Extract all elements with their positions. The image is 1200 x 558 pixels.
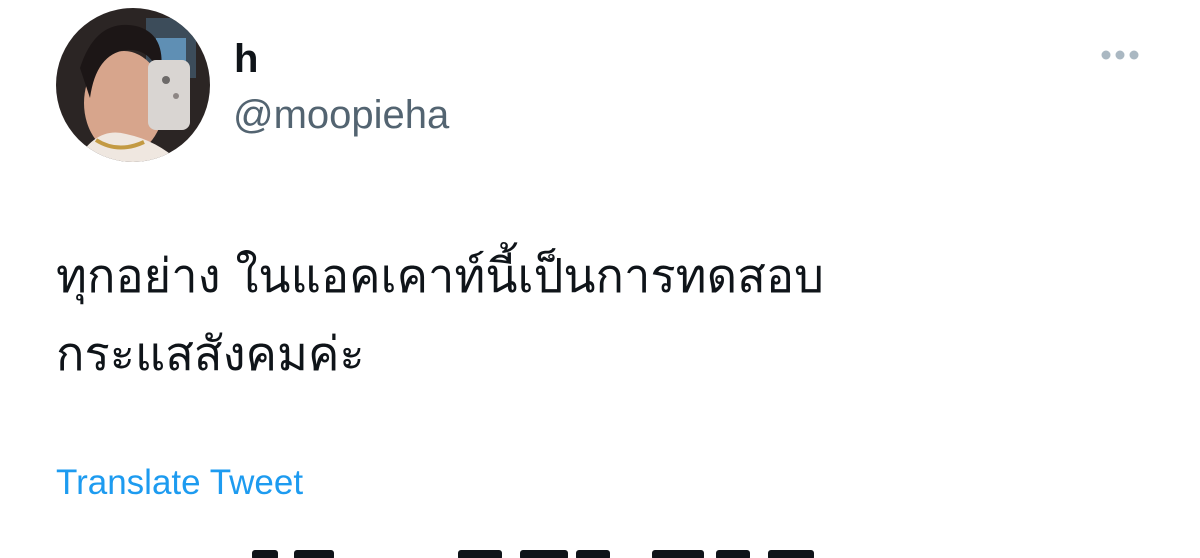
- avatar-image: [56, 8, 210, 162]
- tweet-text-line: ทุกอย่าง ในแอคเคาท์นี้เป็นการทดสอบ: [56, 249, 824, 304]
- tweet-text: ทุกอย่าง ในแอคเคาท์นี้เป็นการทดสอบ กระแส…: [56, 238, 1156, 394]
- more-options-button[interactable]: [1092, 40, 1148, 70]
- more-horizontal-icon: [1101, 50, 1139, 60]
- timestamp-row-cut-off: [56, 540, 956, 558]
- tweet-text-line: กระแสสังคมค่ะ: [56, 327, 365, 382]
- user-handle[interactable]: @moopieha: [233, 92, 449, 138]
- tweet-card: h @moopieha ทุกอย่าง ในแอคเคาท์นี้เป็นกา…: [0, 0, 1200, 558]
- avatar[interactable]: [56, 8, 210, 162]
- translate-tweet-link[interactable]: Translate Tweet: [56, 462, 303, 504]
- display-name[interactable]: h: [234, 36, 258, 82]
